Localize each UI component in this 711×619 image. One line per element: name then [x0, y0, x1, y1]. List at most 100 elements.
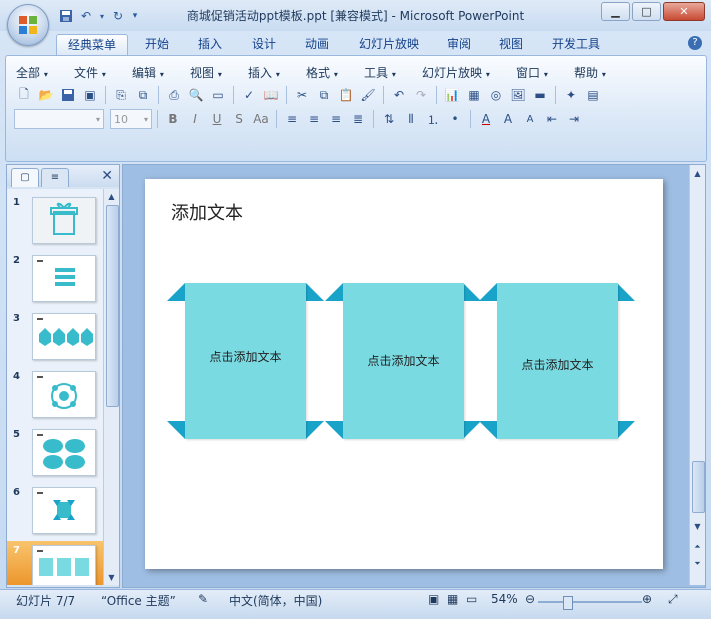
insert-clipart-icon[interactable]: ◎	[486, 85, 506, 105]
shadow-icon[interactable]: S	[229, 109, 249, 129]
slide-thumbnail[interactable]: 6	[7, 483, 103, 539]
format-painter-icon[interactable]: 🖌	[358, 85, 378, 105]
menu-edit[interactable]: 编辑 ▾	[132, 64, 190, 81]
help-icon[interactable]: ?	[688, 36, 702, 50]
slide-thumbnail[interactable]: 5	[7, 425, 103, 481]
menu-window[interactable]: 窗口 ▾	[516, 64, 574, 81]
font-name-combo[interactable]: ▾	[14, 109, 104, 129]
font-color-icon[interactable]: A	[476, 109, 496, 129]
insert-chart-icon[interactable]: 📊	[442, 85, 462, 105]
tab-classic-menu[interactable]: 经典菜单	[56, 34, 128, 56]
next-slide-icon[interactable]: ⏷	[691, 557, 704, 570]
editor-scrollbar[interactable]: ▲ ▼ ⏶ ⏷	[689, 165, 705, 585]
maximize-button[interactable]: □	[632, 2, 661, 21]
redo-icon[interactable]: ↷	[411, 85, 431, 105]
scroll-down-icon[interactable]: ▼	[691, 520, 704, 533]
tab-outline-icon[interactable]: ≡	[41, 168, 69, 187]
redo-icon[interactable]: ↻	[110, 8, 126, 24]
slide-thumbnail[interactable]: 3	[7, 309, 103, 365]
open-folder-icon[interactable]: 📂	[36, 85, 56, 105]
undo-dropdown-icon[interactable]: ▾	[98, 8, 106, 24]
decrease-indent-icon[interactable]: ⇤	[542, 109, 562, 129]
tab-insert[interactable]: 插入	[189, 34, 231, 55]
fit-to-window-icon[interactable]: ⤢	[668, 592, 678, 607]
minimize-button[interactable]: ▁	[601, 2, 630, 21]
current-slide[interactable]: 添加文本 点击添加文本 点击添加文本 点击添加文本	[145, 179, 663, 569]
align-right-icon[interactable]: ≡	[326, 109, 346, 129]
research-icon[interactable]: 📖	[261, 85, 281, 105]
text-card[interactable]: 点击添加文本	[497, 283, 618, 439]
text-card[interactable]: 点击添加文本	[185, 283, 306, 439]
scroll-up-icon[interactable]: ▲	[105, 190, 118, 203]
thumbnail-scrollbar[interactable]: ▲ ▼	[103, 189, 119, 585]
print-icon[interactable]: ⎙	[164, 85, 184, 105]
tab-view[interactable]: 视图	[490, 34, 532, 55]
underline-icon[interactable]: U	[207, 109, 227, 129]
menu-slideshow[interactable]: 幻灯片放映 ▾	[422, 64, 516, 81]
menu-insert[interactable]: 插入 ▾	[248, 64, 306, 81]
previous-slide-icon[interactable]: ⏶	[691, 540, 704, 553]
text-direction-icon[interactable]: ⇅	[379, 109, 399, 129]
scroll-down-icon[interactable]: ▼	[105, 571, 118, 584]
slide-thumbnail[interactable]: 1	[7, 193, 103, 249]
shrink-font-icon[interactable]: A	[520, 109, 540, 129]
tab-review[interactable]: 审阅	[438, 34, 480, 55]
tab-design[interactable]: 设计	[243, 34, 285, 55]
bold-icon[interactable]: B	[163, 109, 183, 129]
save-icon[interactable]	[58, 8, 74, 24]
menu-view[interactable]: 视图 ▾	[190, 64, 248, 81]
increase-indent-icon[interactable]: ⇥	[564, 109, 584, 129]
undo-icon[interactable]: ↶	[389, 85, 409, 105]
card-text[interactable]: 点击添加文本	[497, 356, 618, 373]
columns-icon[interactable]: ⫴	[401, 109, 421, 129]
close-button[interactable]: ✕	[663, 2, 705, 21]
cut-icon[interactable]: ✂	[292, 85, 312, 105]
insert-table-icon[interactable]: ▦	[464, 85, 484, 105]
zoom-slider[interactable]	[538, 601, 642, 603]
card-text[interactable]: 点击添加文本	[185, 348, 306, 365]
tab-slideshow[interactable]: 幻灯片放映	[350, 34, 428, 55]
copy-icon[interactable]: ⧉	[314, 85, 334, 105]
slide-layout-icon[interactable]: ▤	[583, 85, 603, 105]
language-indicator[interactable]: 中文(简体，中国)	[229, 592, 322, 609]
card-text[interactable]: 点击添加文本	[343, 352, 464, 369]
bullets-icon[interactable]: •	[445, 109, 465, 129]
align-center-icon[interactable]: ≡	[304, 109, 324, 129]
zoom-level[interactable]: 54%	[491, 592, 518, 606]
permission-icon[interactable]: ▣	[80, 85, 100, 105]
align-left-icon[interactable]: ≡	[282, 109, 302, 129]
insert-picture-icon[interactable]: 🖼	[508, 85, 528, 105]
slide-sorter-icon[interactable]: ▦	[447, 592, 458, 606]
italic-icon[interactable]: I	[185, 109, 205, 129]
spellcheck-icon[interactable]: ✎	[198, 592, 208, 606]
new-document-icon[interactable]: 🗋	[14, 85, 34, 105]
scrollbar-thumb[interactable]	[692, 461, 705, 513]
slide-thumbnail-selected[interactable]: 7	[7, 541, 103, 585]
grow-font-icon[interactable]: A	[498, 109, 518, 129]
zoom-in-icon[interactable]: ⊕	[642, 592, 652, 606]
tab-animation[interactable]: 动画	[296, 34, 338, 55]
spelling-icon[interactable]: ✓	[239, 85, 259, 105]
zoom-slider-thumb[interactable]	[563, 596, 573, 610]
color-grayscale-icon[interactable]: ▬	[530, 85, 550, 105]
slide-thumbnail[interactable]: 2	[7, 251, 103, 307]
numbering-icon[interactable]: ⒈	[423, 109, 443, 129]
attach-icon[interactable]: ⧉	[133, 85, 153, 105]
office-button[interactable]	[7, 4, 49, 46]
tab-home[interactable]: 开始	[136, 34, 178, 55]
justify-icon[interactable]: ≣	[348, 109, 368, 129]
print-preview-icon[interactable]: 🔍	[186, 85, 206, 105]
page-setup-icon[interactable]: ▭	[208, 85, 228, 105]
slideshow-view-icon[interactable]: ▭	[466, 592, 477, 606]
slide-title[interactable]: 添加文本	[171, 199, 243, 225]
menu-tools[interactable]: 工具 ▾	[364, 64, 422, 81]
tab-slides-icon[interactable]: ▢	[11, 168, 39, 187]
customize-qat-icon[interactable]: ▾	[130, 8, 140, 24]
new-slide-icon[interactable]: ✦	[561, 85, 581, 105]
menu-all[interactable]: 全部 ▾	[16, 64, 74, 81]
text-card[interactable]: 点击添加文本	[343, 283, 464, 439]
scrollbar-thumb[interactable]	[106, 205, 119, 407]
paste-icon[interactable]: 📋	[336, 85, 356, 105]
font-size-combo[interactable]: 10 ▾	[110, 109, 152, 129]
menu-file[interactable]: 文件 ▾	[74, 64, 132, 81]
